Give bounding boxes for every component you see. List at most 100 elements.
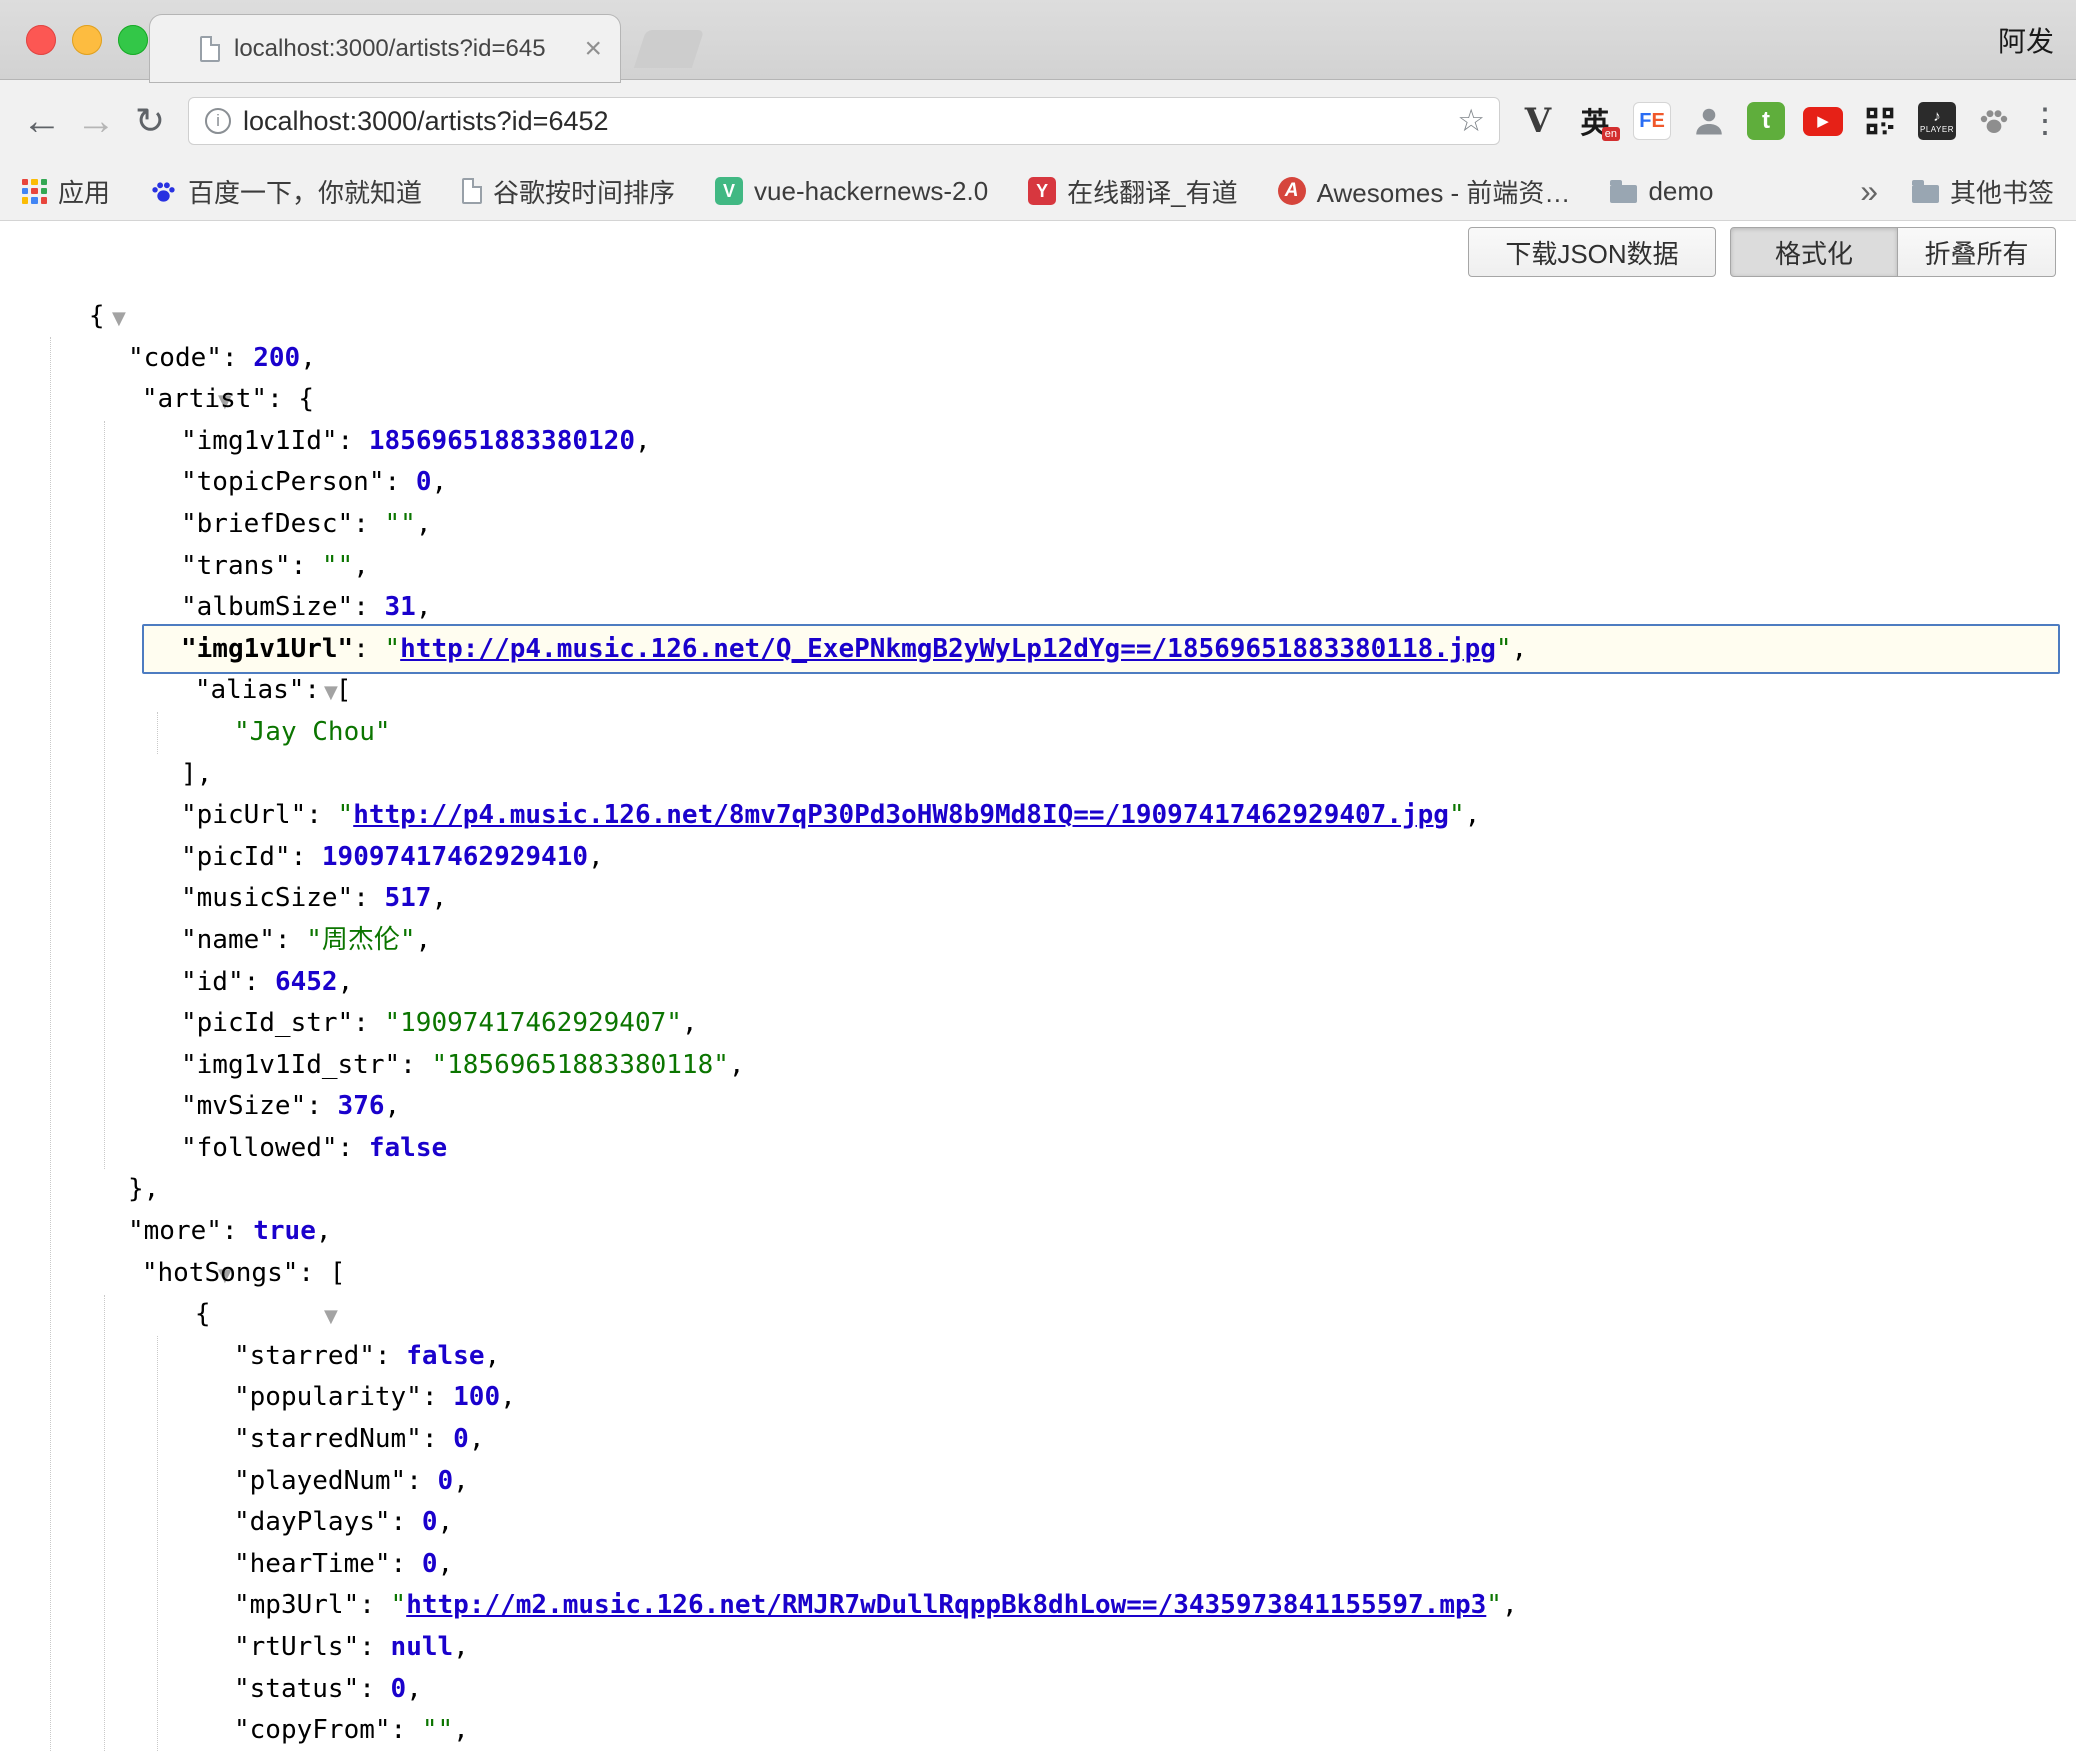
json-token: , xyxy=(729,1050,745,1080)
back-button[interactable]: ← xyxy=(14,80,70,162)
json-token: : xyxy=(391,1715,422,1745)
new-tab-button[interactable] xyxy=(634,30,704,68)
json-token: , xyxy=(338,967,354,997)
json-token: , xyxy=(500,1382,516,1412)
play-icon: ▶ xyxy=(1817,114,1829,129)
json-token: 18569651883380120 xyxy=(369,426,635,456)
json-token: 0 xyxy=(453,1424,469,1454)
bookmark-label: 谷歌按时间排序 xyxy=(493,173,675,210)
json-token: "musicSize" xyxy=(181,883,353,913)
json-token: , xyxy=(416,925,432,955)
paw-icon[interactable] xyxy=(1972,99,2016,143)
other-bookmarks-folder[interactable]: 其他书签 xyxy=(1912,173,2054,210)
collapse-triangle-icon[interactable]: ▼ xyxy=(324,1306,338,1327)
json-token: : xyxy=(353,509,384,539)
json-token: "" xyxy=(422,1715,453,1745)
profile-name[interactable]: 阿发 xyxy=(1998,0,2054,80)
collapse-all-button[interactable]: 折叠所有 xyxy=(1898,227,2056,277)
bookmark-label: 百度一下，你就知道 xyxy=(188,173,422,210)
json-token: 517 xyxy=(385,883,432,913)
bookmark-item-demo[interactable]: demo xyxy=(1610,176,1713,207)
json-token: " xyxy=(385,634,401,664)
browser-window: localhost:3000/artists?id=645 × 阿发 ← → ↻… xyxy=(0,0,2076,1752)
json-token: false xyxy=(369,1133,447,1163)
json-token: : xyxy=(406,1466,437,1496)
bookmark-item-vue-hackernews[interactable]: V vue-hackernews-2.0 xyxy=(715,176,988,207)
json-token: : xyxy=(353,634,384,664)
json-token: "status" xyxy=(234,1674,359,1704)
json-token: , xyxy=(353,551,369,581)
bookmark-label: demo xyxy=(1648,176,1713,207)
json-token: : xyxy=(353,883,384,913)
bookmark-item-youdao-translate[interactable]: Y 在线翻译_有道 xyxy=(1028,173,1237,210)
json-token: "playedNum" xyxy=(234,1466,406,1496)
bookmark-item-baidu[interactable]: 百度一下，你就知道 xyxy=(150,173,422,210)
json-line: "picUrl": "http://p4.music.126.net/8mv7q… xyxy=(0,795,2076,837)
vimium-icon[interactable]: V xyxy=(1516,99,1560,143)
youtube-icon[interactable]: ▶ xyxy=(1801,99,1845,143)
json-line: "starredNum": 0, xyxy=(0,1419,2076,1461)
json-line: "trans": "", xyxy=(0,546,2076,588)
format-button[interactable]: 格式化 xyxy=(1730,227,1898,277)
window-controls xyxy=(26,25,148,55)
json-line: "rtUrls": null, xyxy=(0,1627,2076,1669)
close-window-button[interactable] xyxy=(26,25,56,55)
bookmark-label: 在线翻译_有道 xyxy=(1067,173,1237,210)
json-line: "picId": 19097417462929410, xyxy=(0,837,2076,879)
reload-button[interactable]: ↻ xyxy=(122,80,178,162)
json-token: "code" xyxy=(128,343,222,373)
json-token: "rtUrls" xyxy=(234,1632,359,1662)
minimize-window-button[interactable] xyxy=(72,25,102,55)
json-token: "" xyxy=(385,509,416,539)
bookmark-label: vue-hackernews-2.0 xyxy=(754,176,988,207)
bookmarks-overflow-chevron-icon[interactable]: » xyxy=(1860,173,1878,210)
url-text[interactable]: localhost:3000/artists?id=6452 xyxy=(243,106,1443,137)
close-tab-icon[interactable]: × xyxy=(584,34,602,64)
json-line: "status": 0, xyxy=(0,1669,2076,1711)
json-tree: ▼{"code": 200,▼"artist": {"img1v1Id": 18… xyxy=(0,296,2076,1752)
json-token: , xyxy=(300,343,316,373)
browser-tab[interactable]: localhost:3000/artists?id=645 × xyxy=(150,15,620,82)
json-token: 0 xyxy=(416,467,432,497)
fe-icon[interactable]: FE xyxy=(1630,99,1674,143)
forward-button[interactable]: → xyxy=(68,80,124,162)
json-line: "mvSize": 376, xyxy=(0,1086,2076,1128)
translate-icon[interactable]: 英 en xyxy=(1573,99,1617,143)
json-token: "id" xyxy=(181,967,244,997)
other-bookmarks-label: 其他书签 xyxy=(1950,173,2054,210)
json-token: "img1v1Id" xyxy=(181,426,338,456)
json-token: , xyxy=(1465,800,1481,830)
chrome-menu-icon[interactable]: ⋮ xyxy=(2028,80,2062,162)
collapse-triangle-icon[interactable]: ▼ xyxy=(112,308,126,329)
zoom-window-button[interactable] xyxy=(118,25,148,55)
page-info-icon[interactable]: i xyxy=(205,108,231,134)
bookmark-item-awesomes[interactable]: A Awesomes - 前端资… xyxy=(1278,173,1571,210)
json-token: "img1v1Url" xyxy=(181,634,353,664)
tampermonkey-glyph: t xyxy=(1747,102,1785,140)
json-token: "picUrl" xyxy=(181,800,306,830)
json-token: , xyxy=(416,592,432,622)
json-token: "Jay Chou" xyxy=(234,717,391,747)
qr-code-icon[interactable] xyxy=(1858,99,1902,143)
json-token: 0 xyxy=(438,1466,454,1496)
json-token: : xyxy=(375,1341,406,1371)
json-url-link[interactable]: http://m2.music.126.net/RMJR7wDullRqppBk… xyxy=(406,1590,1486,1620)
bookmark-item-google-sort[interactable]: 谷歌按时间排序 xyxy=(462,173,675,210)
json-token: , xyxy=(431,467,447,497)
bookmark-item-apps[interactable]: 应用 xyxy=(22,173,110,210)
json-line: ▼{ xyxy=(0,1294,2076,1336)
person-icon[interactable] xyxy=(1687,99,1731,143)
address-bar[interactable]: i localhost:3000/artists?id=6452 ☆ xyxy=(188,97,1500,145)
json-token: "copyFrom" xyxy=(234,1715,391,1745)
bookmark-star-icon[interactable]: ☆ xyxy=(1457,103,1485,139)
download-json-button[interactable]: 下载JSON数据 xyxy=(1468,227,1716,277)
json-url-link[interactable]: http://p4.music.126.net/8mv7qP30Pd3oHW8b… xyxy=(353,800,1449,830)
json-token: : xyxy=(338,1133,369,1163)
tampermonkey-icon[interactable]: t xyxy=(1744,99,1788,143)
json-token: " xyxy=(338,800,354,830)
json-line: ▼"hotSongs": [ xyxy=(0,1253,2076,1295)
json-token: , xyxy=(453,1632,469,1662)
json-url-link[interactable]: http://p4.music.126.net/Q_ExePNkmgB2yWyL… xyxy=(400,634,1496,664)
player-icon[interactable]: ♪ PLAYER xyxy=(1915,99,1959,143)
json-token: 376 xyxy=(338,1091,385,1121)
